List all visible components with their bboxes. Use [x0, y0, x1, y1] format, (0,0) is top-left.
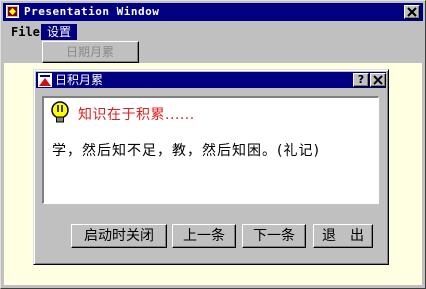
help-button[interactable]: ? — [353, 73, 369, 87]
main-window: Presentation Window File 设置 日期月累 日积月累 ? — [0, 0, 426, 289]
dialog-app-icon — [38, 73, 52, 87]
dialog-title: 日积月累 — [55, 73, 104, 87]
tip-headline: 知识在于积累...... — [78, 107, 195, 123]
close-icon — [373, 75, 383, 85]
tip-panel: 知识在于积累...... 学，然后知不足，教，然后知困。(礼记) — [42, 96, 379, 204]
dropdown-item-daily-tip[interactable]: 日期月累 — [46, 45, 134, 60]
menu-settings[interactable]: 设置 — [41, 24, 78, 40]
menu-file[interactable]: File — [5, 24, 46, 40]
next-tip-button[interactable]: 下一条 — [242, 224, 306, 248]
exit-button[interactable]: 退 出 — [313, 224, 373, 248]
window-close-button[interactable] — [404, 5, 420, 19]
app-icon — [6, 5, 19, 18]
close-icon — [407, 7, 417, 17]
dialog-close-button[interactable] — [370, 73, 386, 87]
settings-dropdown: 日期月累 — [42, 41, 139, 63]
menu-bar: File 设置 — [3, 22, 423, 41]
window-title: Presentation Window — [24, 5, 160, 18]
title-bar[interactable]: Presentation Window — [3, 3, 423, 21]
tip-quote: 学，然后知不足，教，然后知困。(礼记) — [52, 143, 320, 159]
tip-dialog: 日积月累 ? 知识在于积累...... 学，然后知不足，教，然后知困。(礼记) … — [33, 69, 389, 265]
close-on-start-button[interactable]: 启动时关闭 — [71, 224, 167, 248]
previous-tip-button[interactable]: 上一条 — [172, 224, 236, 248]
dialog-title-bar[interactable]: 日积月累 ? — [36, 72, 386, 88]
lightbulb-icon — [51, 101, 69, 123]
